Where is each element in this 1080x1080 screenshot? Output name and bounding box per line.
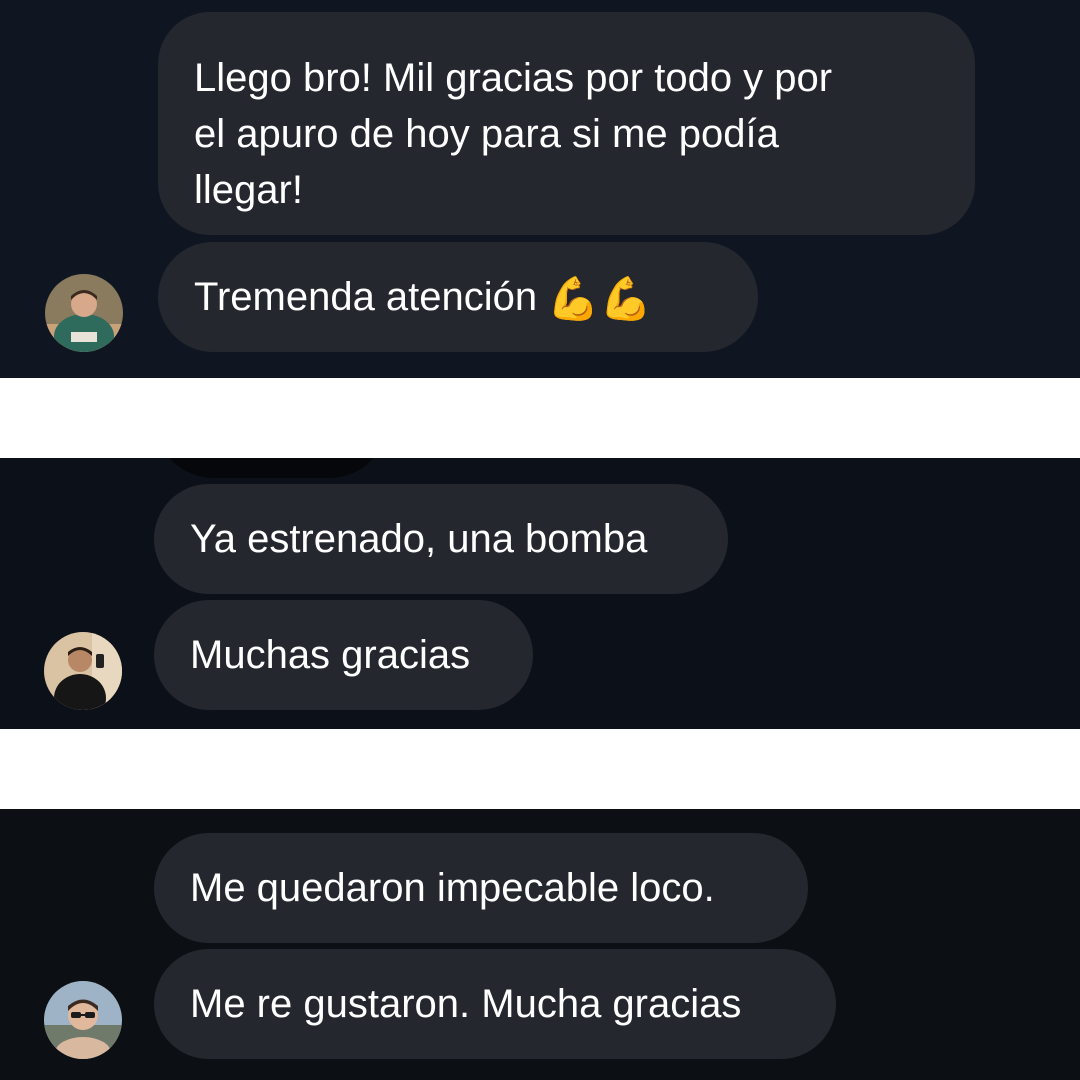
flexed-biceps-emoji: 💪💪 <box>547 275 652 323</box>
previous-message-bubble <box>154 458 389 478</box>
message-text: Ya estrenado, una bomba <box>190 517 648 561</box>
message-bubble[interactable]: Tremenda atención 💪💪 <box>158 242 758 352</box>
message-bubble[interactable]: Llego bro! Mil gracias por todo y por el… <box>158 12 975 235</box>
message-line: Llego bro! Mil gracias por todo y por <box>194 56 833 100</box>
message-text: Me re gustaron. Mucha gracias <box>190 982 742 1026</box>
chat-panel-2: Ya estrenado, una bomba Muchas gracias <box>0 458 1080 729</box>
message-bubble[interactable]: Me quedaron impecable loco. <box>154 833 808 943</box>
message-bubble[interactable]: Me re gustaron. Mucha gracias <box>154 949 836 1059</box>
message-bubble[interactable]: Muchas gracias <box>154 600 533 710</box>
message-bubble[interactable]: Ya estrenado, una bomba <box>154 484 728 594</box>
chat-panel-3: Me quedaron impecable loco. Me re gustar… <box>0 809 1080 1080</box>
chat-panel-1: Llego bro! Mil gracias por todo y por el… <box>0 0 1080 378</box>
message-text: Muchas gracias <box>190 633 471 677</box>
user-avatar-icon[interactable] <box>44 981 122 1059</box>
message-text: Tremenda atención <box>194 275 538 319</box>
message-line: el apuro de hoy para si me podía <box>194 112 779 156</box>
user-avatar-icon[interactable] <box>44 632 122 710</box>
message-line: llegar! <box>194 168 303 212</box>
message-text: Me quedaron impecable loco. <box>190 866 715 910</box>
user-avatar-icon[interactable] <box>45 274 123 352</box>
